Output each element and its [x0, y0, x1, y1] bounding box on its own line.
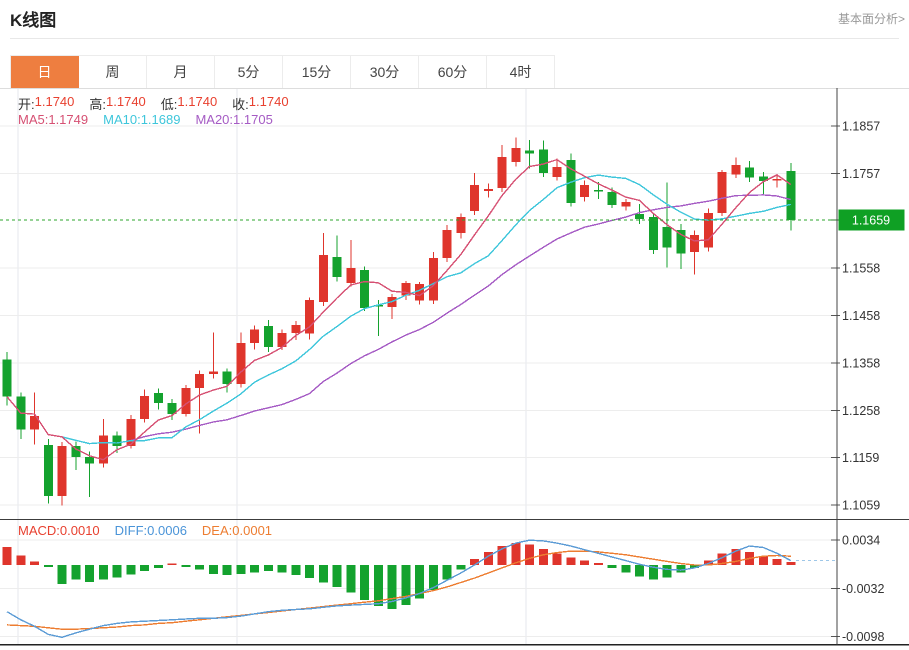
ma-legend: MA5: 1.1749 MA10: 1.1689 MA20: 1.1705: [18, 112, 273, 127]
tab-week[interactable]: 周: [79, 56, 147, 89]
dea-value: DEA:0.0001: [202, 523, 272, 538]
kline-chart-svg: 1.1857 1.1757 1.1558 1.1458 1.1358 1.1258 1.11…: [0, 88, 909, 646]
interval-tabs: 日 周 月 5分 15分 30分 60分 4时: [10, 55, 555, 88]
svg-text:1.1159: 1.1159: [842, 451, 879, 465]
ohlc-low: 低:1.1740: [161, 94, 217, 113]
tab-60min[interactable]: 60分: [419, 56, 487, 89]
svg-text:1.1659: 1.1659: [852, 214, 890, 228]
svg-text:1.1857: 1.1857: [842, 120, 880, 134]
chart-area: 1.1857 1.1757 1.1558 1.1458 1.1358 1.1258 1.11…: [0, 88, 909, 646]
kline-chart-canvas: 1.1857 1.1757 1.1558 1.1458 1.1358 1.1258 1.11…: [0, 88, 909, 646]
page-title: K线图: [10, 6, 56, 31]
tab-4hour[interactable]: 4时: [487, 56, 555, 89]
ma20-legend: MA20: 1.1705: [195, 112, 272, 127]
svg-text:-0.0098: -0.0098: [842, 630, 884, 644]
header-divider: [10, 38, 899, 39]
svg-text:1.1059: 1.1059: [842, 499, 880, 513]
kline-page: K线图 基本面分析> 日 周 月 5分 15分 30分 60分 4时 1.185…: [0, 0, 909, 650]
fundamental-analysis-link[interactable]: 基本面分析>: [838, 10, 905, 27]
macd-value: MACD:0.0010: [18, 523, 100, 538]
ohlc-close: 收:1.1740: [232, 94, 288, 113]
ohlc-legend: 开:1.1740 高:1.1740 低:1.1740 收:1.1740: [18, 94, 289, 113]
tab-15min[interactable]: 15分: [283, 56, 351, 89]
ma10-legend: MA10: 1.1689: [103, 112, 180, 127]
tab-month[interactable]: 月: [147, 56, 215, 89]
svg-text:0.0034: 0.0034: [842, 534, 880, 548]
ma5-legend: MA5: 1.1749: [18, 112, 88, 127]
macd-legend: MACD:0.0010 DIFF:0.0006 DEA:0.0001: [18, 523, 272, 538]
svg-text:1.1458: 1.1458: [842, 309, 880, 323]
svg-text:1.1757: 1.1757: [842, 167, 880, 181]
tab-day[interactable]: 日: [11, 56, 79, 89]
ohlc-high: 高:1.1740: [89, 94, 145, 113]
tab-30min[interactable]: 30分: [351, 56, 419, 89]
diff-value: DIFF:0.0006: [115, 523, 187, 538]
interval-tabbar: 日 周 月 5分 15分 30分 60分 4时: [0, 55, 909, 89]
tab-5min[interactable]: 5分: [215, 56, 283, 89]
svg-text:-0.0032: -0.0032: [842, 582, 884, 596]
svg-text:1.1258: 1.1258: [842, 404, 880, 418]
ohlc-open: 开:1.1740: [18, 94, 74, 113]
current-price-badge: 1.1659: [839, 210, 905, 231]
svg-text:1.1358: 1.1358: [842, 356, 880, 370]
svg-text:1.1558: 1.1558: [842, 262, 880, 276]
